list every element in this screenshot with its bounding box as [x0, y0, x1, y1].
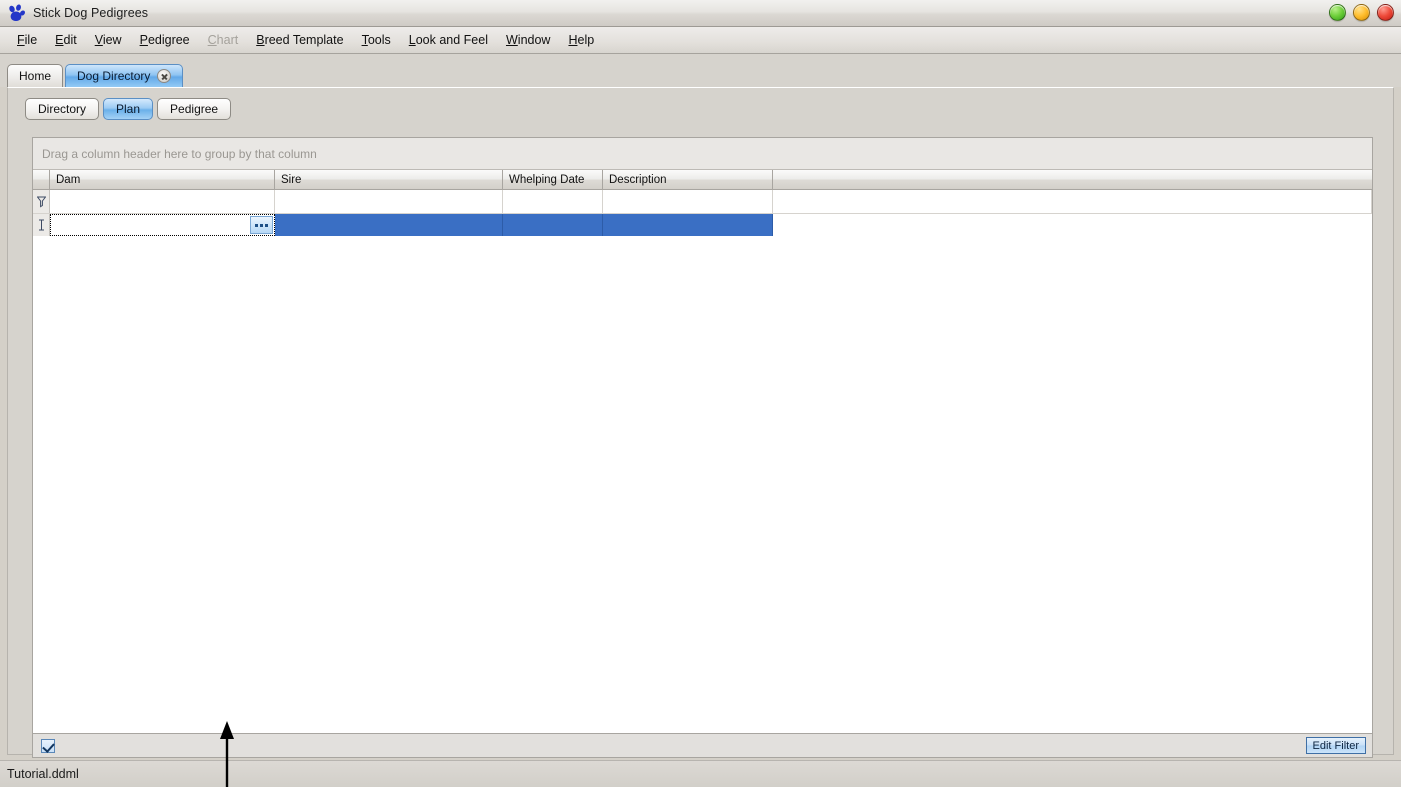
- close-icon[interactable]: [157, 69, 172, 83]
- header-filler: [773, 170, 1372, 189]
- menu-tools-label: ools: [367, 33, 391, 47]
- document-tabstrip: Home Dog Directory: [0, 54, 1401, 87]
- sub-tab-plan-label: Plan: [116, 102, 141, 116]
- header-whelping-date-label: Whelping Date: [509, 173, 585, 186]
- plan-data-grid: Drag a column header here to group by th…: [32, 137, 1373, 734]
- menu-file[interactable]: File: [8, 30, 46, 50]
- menu-chart-label: hart: [216, 33, 239, 47]
- header-sire[interactable]: Sire: [275, 170, 503, 189]
- window-controls: [1329, 4, 1394, 21]
- menu-chart-mnemonic: C: [207, 33, 217, 47]
- filter-cell-dam[interactable]: [50, 190, 275, 213]
- maximize-button[interactable]: [1353, 4, 1370, 21]
- cell-whelping-date[interactable]: [503, 214, 603, 236]
- filter-funnel-icon: [33, 190, 50, 213]
- tab-dog-directory-label: Dog Directory: [77, 69, 151, 83]
- menu-file-label: ile: [24, 33, 38, 47]
- content-panel: Directory Plan Pedigree Drag a column he…: [7, 87, 1394, 758]
- header-description-label: Description: [609, 173, 667, 186]
- menu-breed-template-mnemonic: B: [256, 33, 265, 47]
- ellipsis-dot-1: [255, 223, 258, 227]
- statusbar-filename: Tutorial.ddml: [7, 767, 79, 781]
- menu-look-and-feel-mnemonic: L: [408, 33, 416, 47]
- filter-cell-whelping-date[interactable]: [503, 190, 603, 213]
- tab-home-label: Home: [19, 69, 52, 83]
- window-title: Stick Dog Pedigrees: [33, 6, 149, 20]
- grid-filter-row: [33, 190, 1372, 214]
- sub-tab-directory-label: Directory: [38, 102, 87, 116]
- filter-cell-filler: [773, 190, 1372, 213]
- menu-edit-label: dit: [63, 33, 77, 47]
- sub-tab-pedigree[interactable]: Pedigree: [157, 98, 232, 120]
- menu-pedigree-label: edigree: [147, 33, 190, 47]
- filter-cell-description[interactable]: [603, 190, 773, 213]
- cell-description[interactable]: [603, 214, 773, 236]
- annotation-arrow-icon: [219, 721, 235, 787]
- cell-sire[interactable]: [275, 214, 503, 236]
- sub-tabstrip: Directory Plan Pedigree: [8, 88, 1393, 120]
- grid-empty-area: [33, 245, 1372, 733]
- menubar: File Edit View Pedigree Chart Breed Temp…: [0, 27, 1401, 54]
- menu-view-label: iew: [102, 33, 122, 47]
- menu-tools[interactable]: Tools: [353, 30, 400, 50]
- header-dam-label: Dam: [56, 173, 81, 186]
- sub-tab-plan[interactable]: Plan: [103, 98, 154, 120]
- header-sire-label: Sire: [281, 173, 302, 186]
- header-indicator: [33, 170, 50, 189]
- edit-filter-button[interactable]: Edit Filter: [1305, 737, 1366, 754]
- menu-look-and-feel-label: ook and Feel: [415, 33, 488, 47]
- menu-file-mnemonic: F: [17, 33, 25, 47]
- menu-help[interactable]: Help: [559, 30, 603, 50]
- grid-header-row: Dam Sire Whelping Date Description: [33, 170, 1372, 190]
- header-description[interactable]: Description: [603, 170, 773, 189]
- menu-window[interactable]: Window: [497, 30, 559, 50]
- dog-paw-icon: [5, 3, 27, 23]
- close-button[interactable]: [1377, 4, 1394, 21]
- dam-lookup-ellipsis-button[interactable]: [250, 216, 273, 234]
- menu-window-label: indow: [517, 33, 551, 47]
- text-caret-icon: [33, 214, 50, 236]
- menu-look-and-feel[interactable]: Look and Feel: [400, 30, 497, 50]
- table-row[interactable]: [33, 214, 1372, 236]
- edit-filter-label: Edit Filter: [1312, 739, 1359, 752]
- group-by-hint: Drag a column header here to group by th…: [42, 146, 317, 161]
- menu-help-mnemonic: H: [568, 33, 578, 47]
- menu-pedigree-mnemonic: P: [139, 33, 148, 47]
- menu-window-mnemonic: W: [505, 33, 518, 47]
- menu-chart: Chart: [199, 30, 248, 50]
- menu-edit-mnemonic: E: [55, 33, 64, 47]
- tab-dog-directory[interactable]: Dog Directory: [65, 64, 184, 87]
- ellipsis-dot-2: [260, 223, 263, 227]
- window-titlebar: Stick Dog Pedigrees: [0, 0, 1401, 27]
- minimize-button[interactable]: [1329, 4, 1346, 21]
- cell-dam-editor[interactable]: [50, 214, 275, 236]
- menu-edit[interactable]: Edit: [46, 30, 86, 50]
- menu-help-label: elp: [577, 33, 595, 47]
- filter-enabled-checkbox[interactable]: [41, 738, 55, 753]
- filter-cell-sire[interactable]: [275, 190, 503, 213]
- header-whelping-date[interactable]: Whelping Date: [503, 170, 603, 189]
- menu-breed-template[interactable]: Breed Template: [247, 30, 352, 50]
- sub-tab-pedigree-label: Pedigree: [170, 102, 219, 116]
- menu-breed-template-label: reed Template: [264, 33, 344, 47]
- sub-tab-directory[interactable]: Directory: [25, 98, 100, 120]
- tab-home[interactable]: Home: [7, 64, 64, 87]
- menu-view-mnemonic: V: [94, 33, 103, 47]
- group-by-panel[interactable]: Drag a column header here to group by th…: [33, 138, 1372, 170]
- ellipsis-dot-3: [265, 223, 268, 227]
- menu-pedigree[interactable]: Pedigree: [131, 30, 199, 50]
- header-dam[interactable]: Dam: [50, 170, 275, 189]
- statusbar: Tutorial.ddml: [0, 760, 1401, 787]
- menu-view[interactable]: View: [86, 30, 131, 50]
